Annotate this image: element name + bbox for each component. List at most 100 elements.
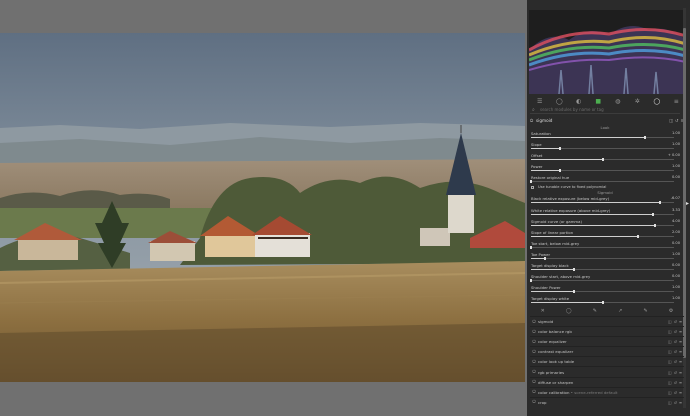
slider-track[interactable] bbox=[531, 223, 674, 227]
slider-value[interactable]: 1.00 bbox=[672, 285, 680, 289]
slider-track[interactable] bbox=[531, 212, 674, 216]
slider-value[interactable]: + 0.00 bbox=[668, 153, 680, 157]
slider-value[interactable]: 4.00 bbox=[672, 219, 680, 223]
power-icon[interactable]: ⏻ bbox=[530, 369, 538, 375]
slider-track[interactable] bbox=[530, 180, 674, 184]
presets-icon[interactable]: ◫ bbox=[668, 319, 672, 324]
slider-row[interactable]: Power 1.00 bbox=[530, 163, 680, 174]
slider-row[interactable]: White relative exposure (above mid-grey)… bbox=[530, 207, 680, 218]
color-square-icon[interactable]: ■ bbox=[595, 98, 602, 105]
slider-track[interactable] bbox=[530, 279, 674, 283]
slider-value[interactable]: 0.00 bbox=[672, 274, 680, 278]
search-input[interactable]: search modules by name or tag bbox=[540, 107, 604, 112]
slider-row[interactable]: Target display white 1.00 bbox=[530, 295, 680, 306]
slider-track[interactable] bbox=[531, 169, 674, 173]
slider-knob[interactable] bbox=[644, 136, 647, 139]
slider-knob[interactable] bbox=[558, 169, 561, 173]
module-item[interactable]: ⏻ color balance rgb ◫ ↺ ≡ bbox=[530, 326, 684, 336]
close-icon[interactable]: ✕ bbox=[541, 308, 545, 314]
slider-knob[interactable] bbox=[651, 212, 654, 216]
checkbox-box[interactable] bbox=[531, 186, 534, 190]
module-item[interactable]: ⏻ color equalizer ◫ ↺ ≡ bbox=[530, 336, 684, 346]
slider-track[interactable] bbox=[531, 301, 674, 305]
slider-track[interactable] bbox=[531, 158, 674, 162]
aperture-icon[interactable]: ✲ bbox=[634, 98, 641, 105]
pencil-icon[interactable]: ✎ bbox=[643, 308, 647, 314]
menu-icon[interactable]: ≡ bbox=[679, 370, 682, 375]
menu-icon[interactable]: ≡ bbox=[679, 380, 682, 385]
slider-knob[interactable] bbox=[530, 180, 532, 184]
slider-value[interactable]: 1.00 bbox=[672, 252, 680, 256]
presets-icon[interactable]: ◫ bbox=[668, 390, 672, 395]
photo-image[interactable] bbox=[0, 33, 525, 382]
slider-track[interactable] bbox=[531, 147, 674, 151]
slider-row[interactable]: Saturation 1.00 bbox=[530, 130, 680, 141]
sliders-icon[interactable]: ☰ bbox=[536, 98, 543, 105]
slider-row[interactable]: Toe start, below mid-grey 0.00 bbox=[530, 240, 680, 251]
menu-icon[interactable]: ≡ bbox=[679, 329, 682, 334]
slider-track[interactable] bbox=[531, 201, 674, 205]
slider-track[interactable] bbox=[531, 136, 674, 139]
power-icon[interactable]: ⏻ bbox=[530, 329, 538, 335]
reset-icon[interactable]: ↺ bbox=[674, 390, 677, 395]
slider-row[interactable]: Slope of linear portion 2.00 bbox=[530, 229, 680, 240]
slider-knob[interactable] bbox=[530, 245, 532, 249]
slider-knob[interactable] bbox=[544, 256, 547, 260]
slider-knob[interactable] bbox=[601, 158, 604, 162]
slider-row[interactable]: Shoulder Power 1.00 bbox=[530, 284, 680, 295]
circle-half-icon[interactable]: ◐ bbox=[575, 98, 582, 105]
slider-row[interactable]: Toe Power 1.00 bbox=[530, 251, 680, 262]
slider-value[interactable]: 2.00 bbox=[672, 230, 680, 234]
slider-knob[interactable] bbox=[654, 223, 657, 227]
menu-icon[interactable]: ≡ bbox=[679, 339, 682, 344]
presets-icon[interactable]: ◫ bbox=[668, 349, 672, 354]
circle-icon[interactable]: ◯ bbox=[566, 308, 572, 314]
power-icon[interactable]: ⏻ bbox=[530, 349, 538, 355]
menu-icon[interactable]: ≡ bbox=[679, 390, 682, 395]
module-item[interactable]: ⏻ color look up table ◫ ↺ ≡ bbox=[530, 356, 684, 366]
presets-icon[interactable]: ◫ bbox=[668, 380, 672, 385]
histogram[interactable] bbox=[529, 10, 686, 94]
slider-knob[interactable] bbox=[572, 290, 575, 294]
module-item[interactable]: ⏻ rgb primaries ◫ ↺ ≡ bbox=[530, 366, 684, 376]
reset-icon[interactable]: ↺ bbox=[674, 319, 677, 324]
circle-icon[interactable]: ◯ bbox=[556, 98, 563, 105]
menu-icon[interactable]: ≡ bbox=[673, 98, 680, 105]
slider-value[interactable]: 3.33 bbox=[672, 208, 680, 212]
presets-icon[interactable]: ◫ bbox=[668, 339, 672, 344]
slider-value[interactable]: 0.00 bbox=[672, 263, 680, 267]
gear-icon[interactable]: ⚙ bbox=[669, 308, 673, 314]
module-item[interactable]: ⏻ contrast equalizer ◫ ↺ ≡ bbox=[530, 346, 684, 356]
power-icon[interactable]: ⏻ bbox=[530, 359, 538, 365]
power-icon[interactable]: ⏻ bbox=[530, 319, 538, 325]
slider-row[interactable]: Offset + 0.00 bbox=[530, 152, 680, 163]
slider-value[interactable]: 1.00 bbox=[672, 164, 680, 168]
slider-knob[interactable] bbox=[637, 234, 640, 238]
slider-value[interactable]: 0.00 bbox=[672, 241, 680, 245]
slider-track[interactable] bbox=[531, 290, 674, 294]
presets-icon[interactable]: ◫ bbox=[668, 400, 672, 405]
module-item[interactable]: ⏻ color calibration • scene-referred defa… bbox=[530, 386, 684, 397]
presets-icon[interactable]: ◫ bbox=[668, 359, 672, 364]
slider-track[interactable] bbox=[531, 234, 674, 238]
power-icon[interactable]: ⏻ bbox=[530, 379, 538, 385]
module-item[interactable]: ⏻ sigmoid ◫ ↺ ≡ bbox=[530, 316, 684, 326]
slider-value[interactable]: 1.00 bbox=[672, 142, 680, 146]
menu-icon[interactable]: ≡ bbox=[679, 400, 682, 405]
reset-icon[interactable]: ↺ bbox=[674, 370, 677, 375]
reset-icon[interactable]: ↺ bbox=[674, 329, 677, 334]
slider-row[interactable]: Slope 1.00 bbox=[530, 141, 680, 152]
slider-row[interactable]: Target display black 0.00 bbox=[530, 262, 680, 273]
reset-icon[interactable]: ↺ bbox=[674, 359, 677, 364]
power-icon[interactable]: ⏻ bbox=[530, 339, 538, 345]
circle-outline-icon[interactable]: ◯ bbox=[653, 98, 660, 105]
slider-track[interactable] bbox=[531, 256, 674, 260]
reset-icon[interactable]: ↺ bbox=[674, 380, 677, 385]
collapse-right-panel-icon[interactable]: ▸ bbox=[686, 200, 689, 207]
slider-row[interactable]: Sigmoid curve (or gamma) 4.00 bbox=[530, 218, 680, 229]
drop-icon[interactable]: ◍ bbox=[614, 98, 621, 105]
reset-icon[interactable]: ↺ bbox=[674, 400, 677, 405]
slider-row[interactable]: Black relative exposure (below mid-grey)… bbox=[530, 195, 680, 206]
slider-knob[interactable] bbox=[601, 301, 604, 305]
reset-icon[interactable]: ↺ bbox=[674, 349, 677, 354]
